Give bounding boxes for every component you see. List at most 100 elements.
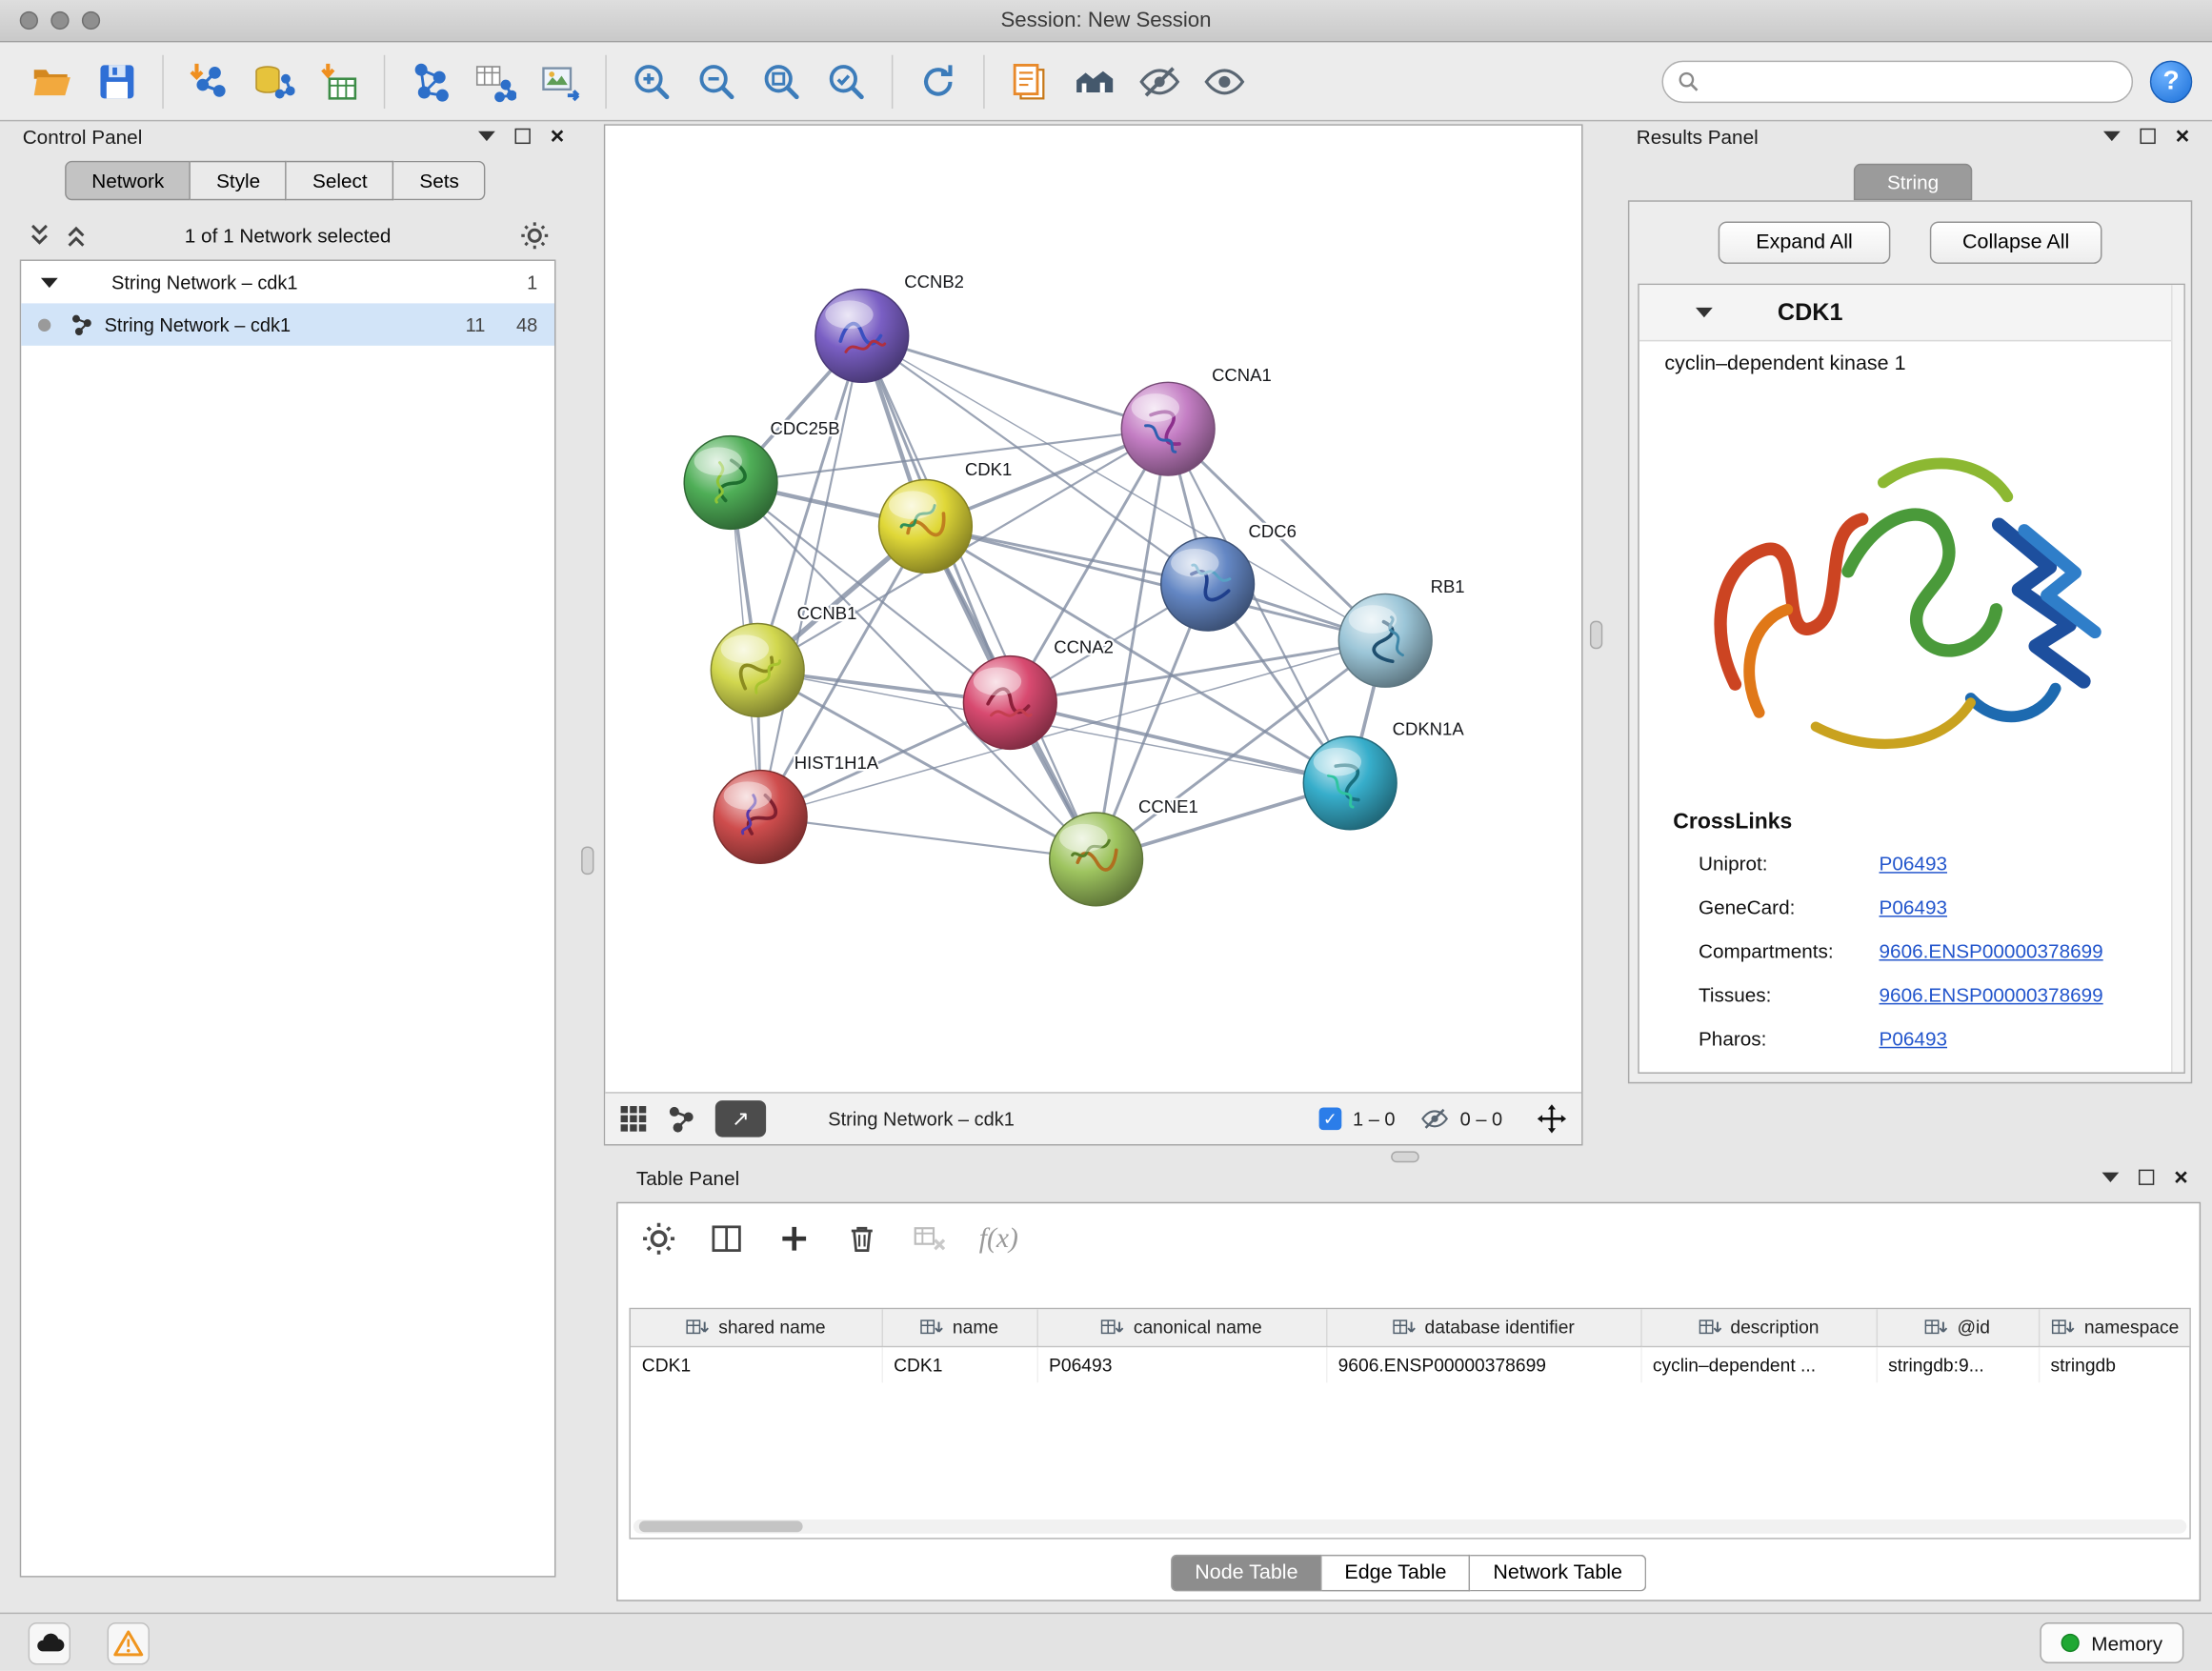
network-overview-button[interactable] (1062, 49, 1127, 113)
search-input[interactable] (1708, 70, 2117, 93)
network-node-rb1[interactable]: RB1 (1338, 576, 1464, 687)
right-splitter-handle[interactable] (1590, 621, 1602, 650)
tab-select[interactable]: Select (287, 161, 393, 200)
minimize-window-button[interactable] (50, 11, 69, 30)
zoom-out-button[interactable] (684, 49, 749, 113)
network-edge[interactable] (862, 335, 1168, 429)
table-row[interactable]: CDK1 CDK1 P06493 9606.ENSP00000378699 cy… (631, 1346, 2191, 1383)
cell-canonical-name[interactable]: P06493 (1036, 1346, 1326, 1383)
import-table-button[interactable] (306, 49, 371, 113)
column-header-shared-name[interactable]: shared name (631, 1309, 882, 1346)
close-window-button[interactable] (20, 11, 38, 30)
collapse-all-button[interactable]: Collapse All (1930, 221, 2102, 263)
tab-string[interactable]: String (1854, 164, 1972, 201)
import-network-file-button[interactable] (176, 49, 241, 113)
open-in-window-button[interactable]: ↗ (715, 1100, 766, 1137)
cloud-status-button[interactable] (29, 1622, 70, 1664)
close-panel-icon[interactable]: × (551, 124, 565, 148)
column-header-canonical-name[interactable]: canonical name (1036, 1309, 1326, 1346)
zoom-fit-button[interactable] (749, 49, 814, 113)
close-panel-icon[interactable]: × (2176, 124, 2190, 148)
network-collection-row[interactable]: String Network – cdk1 1 (21, 261, 554, 303)
close-panel-icon[interactable]: × (2174, 1165, 2188, 1189)
bottom-splitter-handle[interactable] (1391, 1151, 1419, 1162)
section-caret-icon[interactable] (1696, 308, 1713, 317)
tab-style[interactable]: Style (191, 161, 287, 200)
cell-database-identifier[interactable]: 9606.ENSP00000378699 (1326, 1346, 1640, 1383)
save-session-button[interactable] (85, 49, 150, 113)
network-node-hist1h1a[interactable]: HIST1H1A (714, 753, 878, 863)
network-edge[interactable] (760, 335, 862, 816)
network-edge[interactable] (925, 526, 1385, 640)
crosslink-compartments-link[interactable]: 9606.ENSP00000378699 (1880, 939, 2103, 962)
float-panel-icon[interactable] (2103, 131, 2121, 141)
zoom-in-button[interactable] (619, 49, 684, 113)
network-node-ccnb2[interactable]: CCNB2 (815, 272, 964, 382)
zoom-window-button[interactable] (82, 11, 100, 30)
crosslink-pharos-link[interactable]: P06493 (1880, 1026, 1947, 1049)
column-header-namespace[interactable]: namespace (2039, 1309, 2191, 1346)
new-network-button[interactable] (398, 49, 463, 113)
gene-section-header[interactable]: CDK1 (1639, 285, 2184, 341)
cell-name[interactable]: CDK1 (882, 1346, 1037, 1383)
crosslink-uniprot-link[interactable]: P06493 (1880, 852, 1947, 875)
horizontal-scrollbar[interactable] (633, 1520, 2186, 1534)
table-settings-gear-icon[interactable] (640, 1220, 677, 1258)
export-image-button[interactable] (528, 49, 593, 113)
network-node-ccna1[interactable]: CCNA1 (1121, 365, 1271, 475)
birdseye-grid-icon[interactable] (619, 1105, 648, 1134)
scrollbar-thumb[interactable] (639, 1520, 803, 1532)
network-node-cdc25b[interactable]: CDC25B (684, 418, 839, 529)
tab-network[interactable]: Network (65, 161, 191, 200)
hidden-eye-slash-icon[interactable] (1420, 1105, 1449, 1134)
network-edge[interactable] (760, 640, 1385, 816)
memory-button[interactable]: Memory (2041, 1622, 2183, 1663)
network-node-cdkn1a[interactable]: CDKN1A (1303, 719, 1464, 830)
maximize-panel-icon[interactable] (515, 129, 531, 144)
column-header-name[interactable]: name (882, 1309, 1037, 1346)
cell-namespace[interactable]: stringdb (2039, 1346, 2191, 1383)
network-edge[interactable] (862, 335, 1096, 858)
search-field[interactable] (1661, 60, 2133, 102)
tab-node-table[interactable]: Node Table (1171, 1555, 1322, 1592)
open-session-button[interactable] (20, 49, 85, 113)
crosslink-tissues-link[interactable]: 9606.ENSP00000378699 (1880, 982, 2103, 1005)
show-graphics-details-button[interactable] (1192, 49, 1257, 113)
network-from-table-button[interactable] (463, 49, 528, 113)
warnings-button[interactable] (108, 1622, 150, 1664)
column-header-id[interactable]: @id (1877, 1309, 2039, 1346)
network-edge[interactable] (760, 816, 1096, 858)
text-report-button[interactable] (997, 49, 1062, 113)
add-column-plus-icon[interactable] (775, 1220, 813, 1258)
zoom-selected-button[interactable] (814, 49, 878, 113)
float-panel-icon[interactable] (2102, 1173, 2120, 1182)
column-header-database-identifier[interactable]: database identifier (1326, 1309, 1640, 1346)
network-edge[interactable] (1010, 702, 1350, 782)
tab-network-table[interactable]: Network Table (1471, 1555, 1647, 1592)
pan-crosshair-icon[interactable] (1537, 1103, 1568, 1135)
column-header-description[interactable]: description (1640, 1309, 1876, 1346)
import-network-database-button[interactable] (241, 49, 306, 113)
selected-checkbox-icon[interactable]: ✓ (1319, 1107, 1342, 1130)
maximize-panel-icon[interactable] (2141, 129, 2156, 144)
left-splitter-handle[interactable] (581, 847, 593, 876)
delete-column-trash-icon[interactable] (844, 1220, 881, 1258)
network-canvas[interactable]: CCNB2CCNA1CDC25BCDK1CDC6RB1CCNB1CCNA2CDK… (605, 126, 1581, 1092)
tree-caret-icon[interactable] (41, 277, 58, 287)
help-button[interactable]: ? (2150, 60, 2192, 102)
expand-all-button[interactable]: Expand All (1719, 221, 1891, 263)
tab-sets[interactable]: Sets (394, 161, 486, 200)
function-builder-icon[interactable]: f(x) (979, 1222, 1018, 1255)
results-scrollbar[interactable] (2171, 285, 2183, 1072)
crosslink-genecard-link[interactable]: P06493 (1880, 896, 1947, 918)
maximize-panel-icon[interactable] (2139, 1170, 2154, 1185)
tab-edge-table[interactable]: Edge Table (1322, 1555, 1471, 1592)
cell-id[interactable]: stringdb:9... (1877, 1346, 2039, 1383)
refresh-view-button[interactable] (906, 49, 971, 113)
float-panel-icon[interactable] (478, 131, 495, 141)
delete-table-icon[interactable] (912, 1220, 949, 1258)
cell-description[interactable]: cyclin–dependent ... (1640, 1346, 1876, 1383)
cell-shared-name[interactable]: CDK1 (631, 1346, 882, 1383)
show-columns-icon[interactable] (708, 1220, 745, 1258)
share-network-icon[interactable] (667, 1105, 695, 1134)
